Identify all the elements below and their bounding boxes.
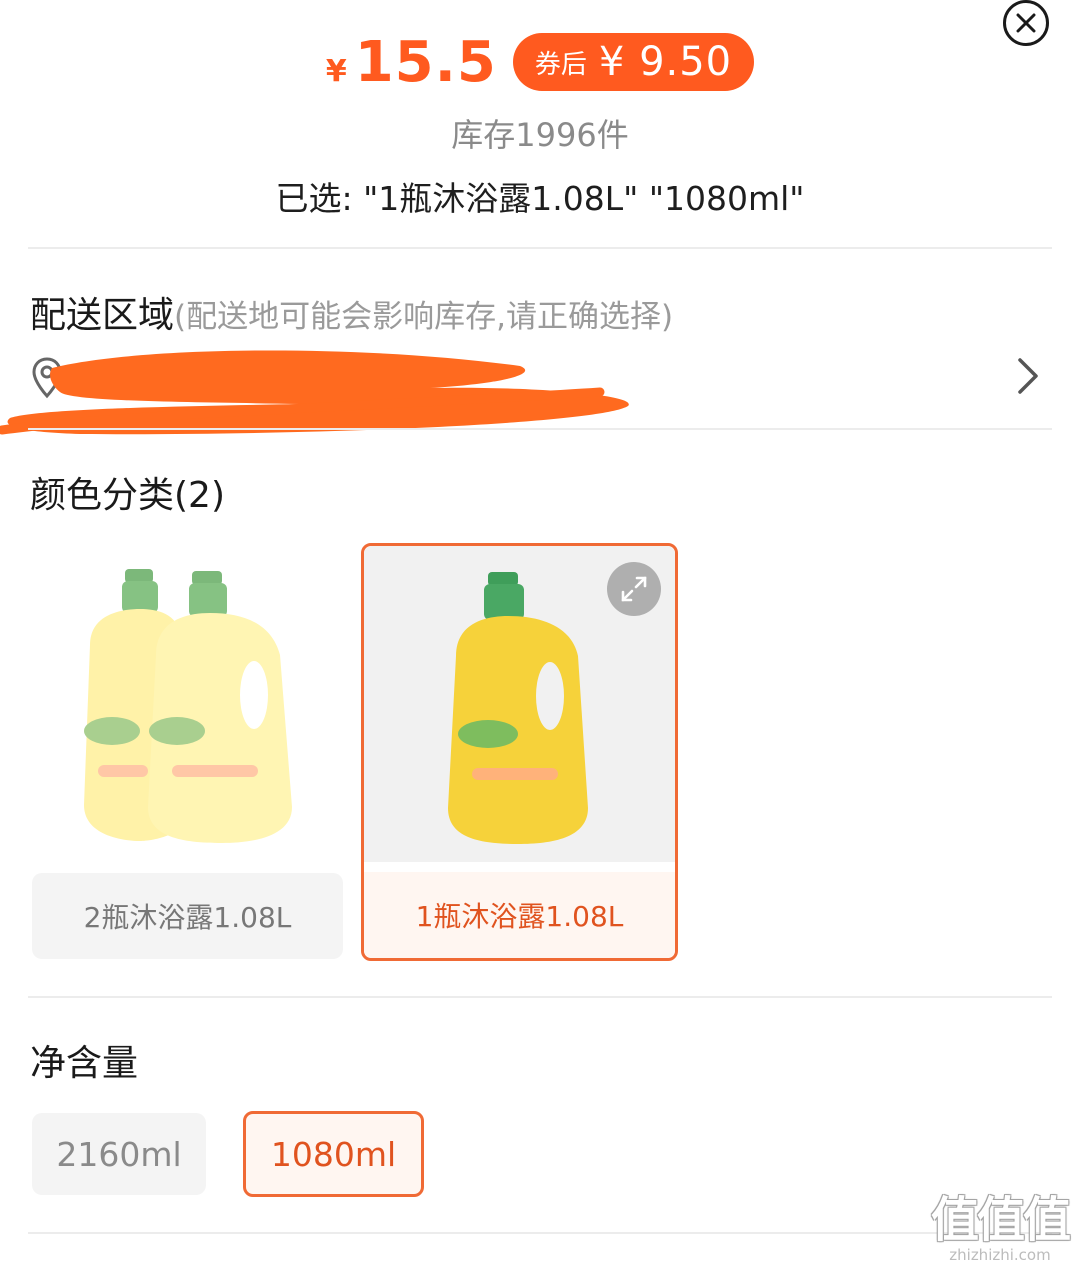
watermark: 值值值 zhizhizhi.com (925, 1180, 1075, 1264)
price-row: ¥ 15.5 券后 ¥ 9.50 (0, 30, 1080, 95)
variant-option-2-bottles[interactable]: 2瓶沐浴露1.08L (32, 545, 343, 959)
expand-button[interactable] (607, 562, 661, 616)
divider (28, 996, 1052, 998)
variant-label: 1瓶沐浴露1.08L (364, 872, 675, 958)
delivery-title: 配送区域 (30, 295, 175, 336)
currency-symbol: ¥ (325, 54, 347, 89)
divider (28, 247, 1052, 249)
price: ¥ 15.5 (326, 30, 497, 95)
volume-title: 净含量 (30, 1043, 139, 1084)
divider (28, 428, 1052, 430)
delivery-hint: (配送地可能会影响库存,请正确选择) (174, 299, 674, 335)
variant-label: 2瓶沐浴露1.08L (32, 873, 343, 959)
coupon-label: 券后 (534, 49, 587, 80)
coupon-price: ¥ 9.50 (598, 39, 733, 85)
watermark-logo: 值值值 (930, 1192, 1071, 1248)
address-redaction (0, 350, 629, 435)
price-value: 15.5 (354, 30, 497, 95)
volume-option-2160ml[interactable]: 2160ml (32, 1113, 206, 1195)
color-category-title: 颜色分类(2) (30, 475, 225, 516)
stock-count: 库存1996件 (451, 116, 629, 154)
product-bottles-image (32, 545, 343, 861)
expand-icon (621, 576, 647, 602)
variant-image (32, 545, 343, 861)
selected-summary: 已选: "1瓶沐浴露1.08L" "1080ml" (275, 179, 805, 218)
delivery-section-title: 配送区域(配送地可能会影响库存,请正确选择) (30, 286, 673, 338)
coupon-badge: 券后 ¥ 9.50 (512, 33, 755, 91)
chevron-right-icon (1018, 358, 1038, 394)
volume-option-1080ml[interactable]: 1080ml (243, 1111, 424, 1197)
divider (28, 1232, 1052, 1234)
variant-option-1-bottle[interactable]: 1瓶沐浴露1.08L (361, 543, 678, 961)
